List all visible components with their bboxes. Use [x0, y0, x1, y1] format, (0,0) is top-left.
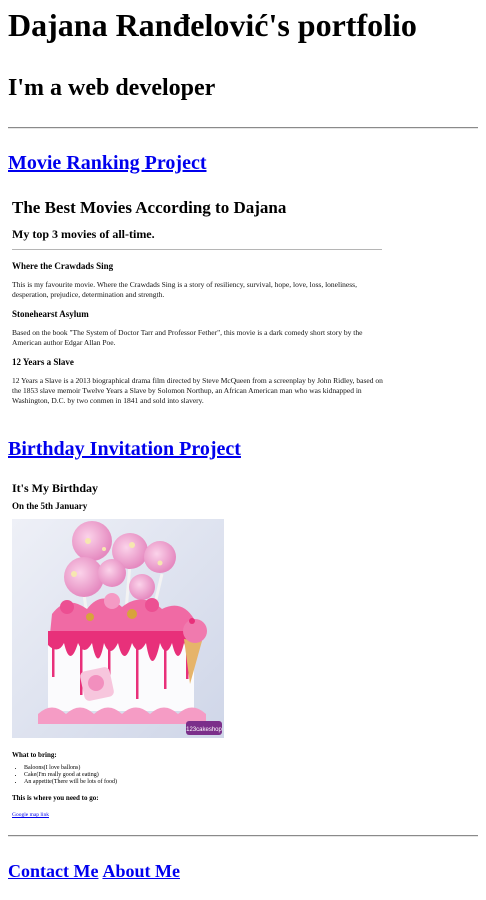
movie-description: 12 Years a Slave is a 2013 biographical …	[12, 376, 383, 405]
footer-nav: Contact Me About Me	[8, 861, 478, 882]
tagline: I'm a web developer	[8, 75, 216, 101]
movie-name: Stonehearst Asylum	[12, 309, 89, 319]
birthday-cake-image: 123cakeshop	[12, 519, 384, 738]
contact-me-link[interactable]: Contact Me	[8, 861, 98, 881]
page: Dajana Ranđelović's portfolio I'm a web …	[0, 0, 486, 882]
movie-name: Where the Crawdads Sing	[12, 261, 114, 271]
about-me-link[interactable]: About Me	[102, 861, 180, 881]
bring-list: Baloons(I love ballons) Cake(I'm really …	[12, 765, 384, 786]
birthday-preview-subtitle: On the 5th January	[12, 501, 88, 511]
movie-description: Based on the book "The System of Doctor …	[12, 328, 363, 347]
location-heading: This is where you need to go:	[12, 794, 99, 802]
google-map-link[interactable]: Google map link	[12, 812, 49, 818]
movie-name: 12 Years a Slave	[12, 357, 74, 367]
movie-preview-subtitle: My top 3 movies of all-time.	[12, 227, 155, 241]
divider	[8, 127, 478, 129]
movie-project-link[interactable]: Movie Ranking Project	[8, 151, 207, 175]
birthday-project-link[interactable]: Birthday Invitation Project	[8, 437, 241, 461]
divider	[8, 835, 478, 837]
birthday-project-preview: It's My Birthday On the 5th January 123c…	[12, 481, 384, 821]
movie-preview-title: The Best Movies According to Dajana	[12, 198, 287, 217]
movie-preview-divider	[12, 249, 382, 250]
bring-heading: What to bring:	[12, 751, 57, 759]
page-title: Dajana Ranđelović's portfolio	[8, 7, 417, 43]
birthday-preview-title: It's My Birthday	[12, 481, 99, 495]
movie-description: This is my favourite movie. Where the Cr…	[12, 280, 357, 299]
cake-watermark: 123cakeshop	[186, 727, 222, 733]
list-item: Cake(I'm really good at eating)	[24, 772, 384, 779]
movie-project-preview: The Best Movies According to Dajana My t…	[12, 198, 384, 406]
list-item: Baloons(I love ballons)	[24, 765, 384, 772]
list-item: An appetite(There will be lots of food)	[24, 779, 384, 786]
